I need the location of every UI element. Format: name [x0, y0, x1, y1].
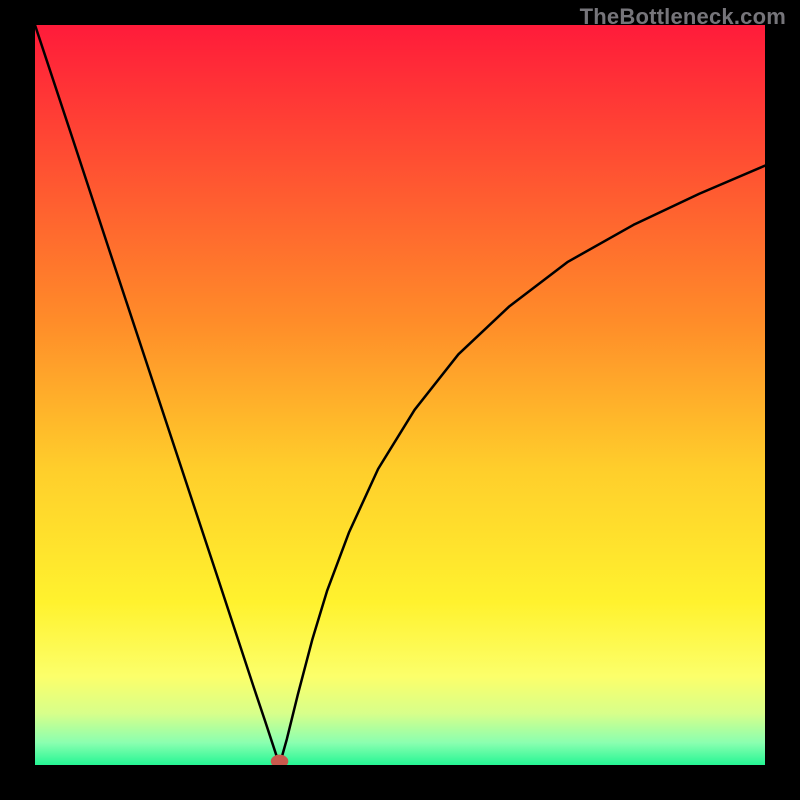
watermark-text: TheBottleneck.com	[580, 4, 786, 30]
gradient-background	[35, 25, 765, 765]
chart-frame: TheBottleneck.com	[0, 0, 800, 800]
bottleneck-chart	[35, 25, 765, 765]
plot-area	[35, 25, 765, 765]
